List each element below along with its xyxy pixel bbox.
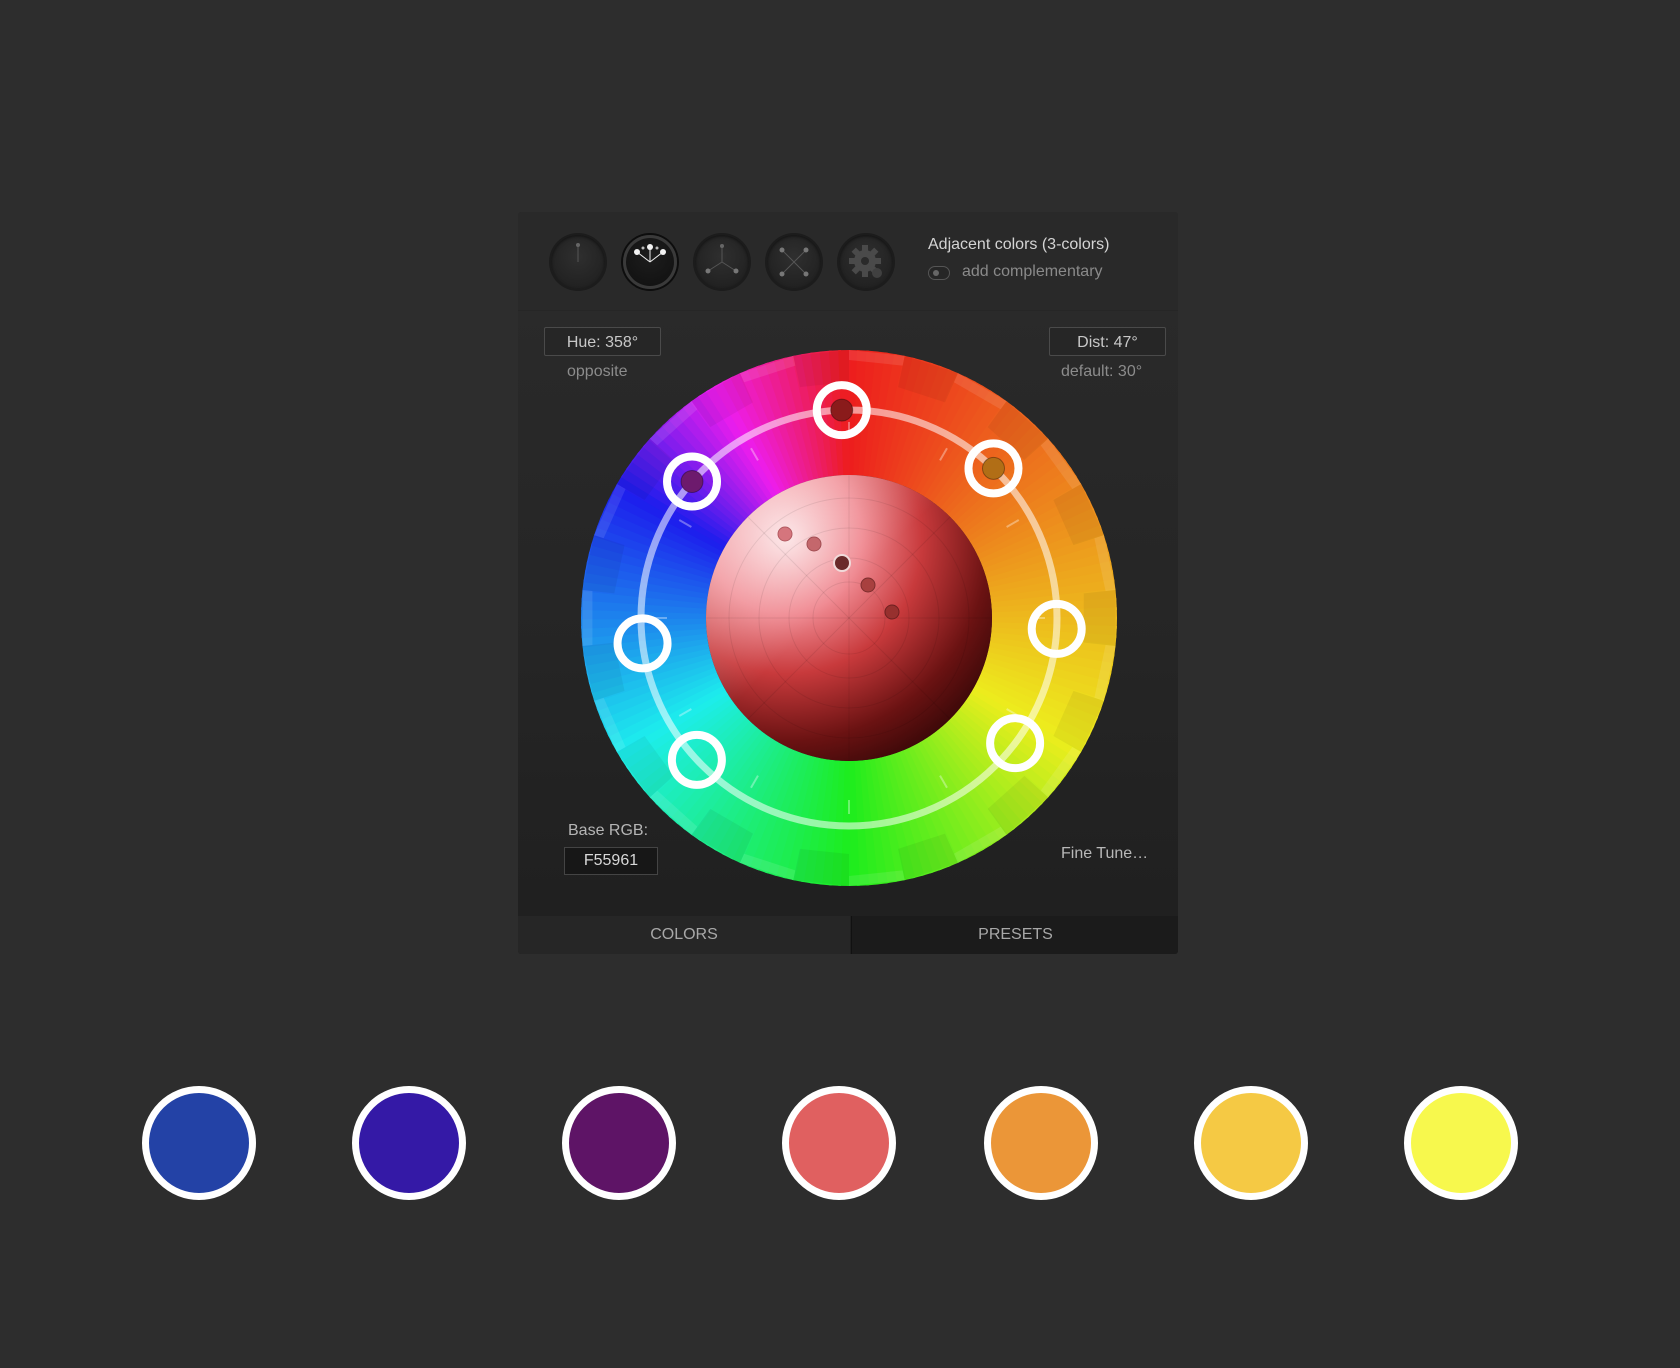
color-wheel[interactable]: [575, 344, 1123, 892]
swatch-orange[interactable]: [984, 1086, 1098, 1200]
red-handle-dot: [830, 398, 854, 422]
base-rgb-input[interactable]: [564, 847, 658, 875]
swatch-purple[interactable]: [562, 1086, 676, 1200]
swatch-blue[interactable]: [142, 1086, 256, 1200]
fine-tune-link[interactable]: Fine Tune…: [1061, 845, 1148, 863]
single-color-mode-button[interactable]: [551, 235, 605, 289]
swatch-indigo[interactable]: [352, 1086, 466, 1200]
tetrad-mode-button[interactable]: [767, 235, 821, 289]
hue-ring-step: [1083, 589, 1116, 647]
tetrad-dial-icon: [779, 247, 809, 277]
orange-handle-dot: [981, 456, 1005, 480]
custom-mode-button[interactable]: [839, 235, 893, 289]
single-dot-dial-icon: [576, 243, 580, 262]
tab-colors[interactable]: COLORS: [518, 916, 850, 954]
swatch-coral[interactable]: [782, 1086, 896, 1200]
harmony-mode-title: Adjacent colors (3-colors): [928, 236, 1110, 253]
base-rgb-label: Base RGB:: [568, 822, 649, 839]
hue-ring-step: [793, 848, 849, 886]
adjacent-dots-dial-icon: [634, 244, 666, 263]
triad-mode-button[interactable]: [695, 235, 749, 289]
disc-grid: [706, 475, 992, 761]
palette-swatches: [0, 1086, 1680, 1210]
color-harmony-panel: Adjacent colors (3-colors) add complemen…: [518, 212, 1178, 954]
swatch-gold[interactable]: [1194, 1086, 1308, 1200]
hue-ring-step: [582, 589, 593, 647]
gear-icon: [849, 245, 882, 278]
complementary-label: add complementary: [962, 263, 1103, 280]
harmony-toolbar: Adjacent colors (3-colors) add complemen…: [518, 212, 1178, 311]
tab-presets[interactable]: PRESETS: [851, 916, 1178, 954]
purple-handle-dot: [680, 470, 704, 494]
swatch-yellow[interactable]: [1404, 1086, 1518, 1200]
adjacent-colors-mode-button[interactable]: [623, 235, 677, 289]
panel-tabs: COLORS PRESETS: [518, 916, 1178, 954]
triad-dial-icon: [705, 244, 739, 274]
complementary-toggle[interactable]: [928, 266, 950, 280]
